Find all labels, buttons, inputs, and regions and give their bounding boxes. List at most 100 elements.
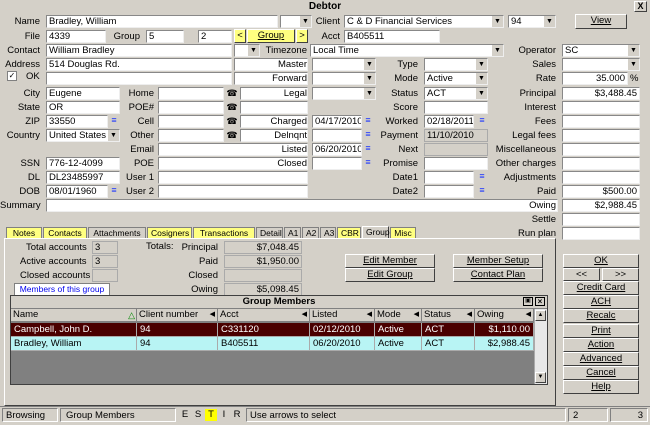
status-key-r[interactable]: R — [231, 409, 243, 421]
paid-field[interactable]: $500.00 — [562, 185, 640, 198]
address-line1-field[interactable]: 514 Douglas Rd. — [46, 58, 232, 71]
list-icon[interactable]: ≡ — [108, 186, 120, 196]
contact-dropdown[interactable]: ▼ — [234, 44, 260, 57]
list-icon[interactable]: ≡ — [476, 186, 488, 196]
legal-field[interactable]: ▼ — [312, 87, 376, 100]
tab-attachments[interactable]: Attachments — [88, 227, 146, 238]
tab-notes[interactable]: Notes — [6, 227, 42, 238]
grid-restore-icon[interactable]: ▣ — [523, 297, 533, 306]
home-phone-field[interactable] — [158, 87, 224, 100]
ok-button[interactable]: OK — [563, 254, 639, 268]
contact-plan-button[interactable]: Contact Plan — [453, 268, 543, 282]
owing-field[interactable]: $2,988.45 — [562, 199, 640, 212]
phone-icon[interactable]: ☎ — [226, 130, 238, 140]
rate-field[interactable]: 35.000 — [562, 72, 628, 85]
mode-field[interactable]: Active ▼ — [424, 72, 488, 85]
closed-field[interactable] — [312, 157, 362, 170]
group-button[interactable]: Group — [247, 29, 295, 43]
user2-field[interactable] — [158, 185, 308, 198]
ok-checkbox[interactable]: ✓ — [7, 71, 17, 81]
tab-detail[interactable]: Detail — [256, 227, 283, 238]
edit-member-button[interactable]: Edit Member — [345, 254, 435, 268]
member-setup-button[interactable]: Member Setup — [453, 254, 543, 268]
file-field[interactable]: 4339 — [46, 30, 106, 43]
promise-field[interactable] — [424, 157, 488, 170]
list-icon[interactable]: ≡ — [362, 158, 374, 168]
charged-field[interactable]: 04/17/2010 — [312, 115, 362, 128]
worked-field[interactable]: 02/18/2011 — [424, 115, 474, 128]
action-button[interactable]: Action — [563, 337, 639, 352]
settle-field[interactable] — [562, 213, 640, 226]
listed-field[interactable]: 06/20/2010 — [312, 143, 362, 156]
advanced-button[interactable]: Advanced — [563, 352, 639, 366]
grid-close-icon[interactable]: × — [535, 297, 545, 306]
status-key-s[interactable]: S — [192, 409, 204, 421]
interest-field[interactable] — [562, 101, 640, 114]
column-header-status[interactable]: Status ◀ — [422, 309, 475, 322]
dl-field[interactable]: DL23485997 — [46, 171, 120, 184]
tab-group[interactable]: Group — [362, 226, 390, 238]
misc-field[interactable] — [562, 143, 640, 156]
run-plan-field[interactable] — [562, 227, 640, 240]
score-field[interactable] — [424, 101, 488, 114]
scroll-up-icon[interactable]: ▲ — [535, 310, 546, 321]
phone-icon[interactable]: ☎ — [226, 88, 238, 98]
adjustments-field[interactable] — [562, 171, 640, 184]
view-button[interactable]: View — [575, 14, 627, 29]
tab-transactions[interactable]: Transactions — [193, 227, 255, 238]
column-header-acct[interactable]: Acct ◀ — [218, 309, 310, 322]
print-button[interactable]: Print — [563, 323, 639, 338]
list-icon[interactable]: ≡ — [362, 116, 374, 126]
prev-record-button[interactable]: << — [563, 268, 600, 281]
list-icon[interactable]: ≡ — [476, 172, 488, 182]
date1-field[interactable] — [424, 171, 474, 184]
summary-field[interactable] — [46, 199, 558, 212]
state-field[interactable]: OR — [46, 101, 120, 114]
client-code-field[interactable]: 94 ▼ — [508, 15, 556, 28]
status-key-i[interactable]: I — [218, 409, 230, 421]
cell-phone-field[interactable] — [158, 115, 224, 128]
forward-field[interactable]: ▼ — [312, 72, 376, 85]
address-line2-field[interactable] — [46, 72, 232, 85]
other-phone-field[interactable] — [158, 129, 224, 142]
user1-field[interactable] — [158, 171, 308, 184]
column-header-listed[interactable]: Listed ◀ — [310, 309, 375, 322]
poe-phone-field[interactable] — [158, 101, 224, 114]
tab-members-of-group[interactable]: Members of this group — [14, 283, 110, 295]
poe-extra-field[interactable] — [240, 101, 308, 114]
column-header-mode[interactable]: Mode ◀ — [375, 309, 422, 322]
operator-field[interactable]: SC ▼ — [562, 44, 640, 57]
group-sub-field[interactable]: 2 — [198, 30, 232, 43]
country-field[interactable]: United States ▼ — [46, 129, 120, 142]
tab-cbr[interactable]: CBR — [337, 227, 361, 238]
city-field[interactable]: Eugene — [46, 87, 120, 100]
sales-field[interactable]: ▼ — [562, 58, 640, 71]
fees-field[interactable] — [562, 115, 640, 128]
tab-a2[interactable]: A2 — [302, 227, 319, 238]
close-window-button[interactable]: X — [634, 1, 647, 12]
edit-group-button[interactable]: Edit Group — [345, 268, 435, 282]
ssn-field[interactable]: 776-12-4099 — [46, 157, 120, 170]
column-header-client-number[interactable]: Client number ◀ — [137, 309, 218, 322]
column-header-name[interactable]: Name △ — [11, 309, 137, 322]
principal-field[interactable]: $3,488.45 — [562, 87, 640, 100]
next-record-button[interactable]: >> — [602, 268, 639, 281]
tab-misc[interactable]: Misc — [390, 227, 416, 238]
name-dropdown[interactable]: ▼ — [280, 15, 312, 28]
zip-field[interactable]: 33550 — [46, 115, 108, 128]
group-prev-button[interactable]: < — [234, 29, 246, 43]
status-field[interactable]: ACT ▼ — [424, 87, 488, 100]
contact-field[interactable]: William Bradley — [46, 44, 232, 57]
other-charges-field[interactable] — [562, 157, 640, 170]
type-field[interactable]: ▼ — [424, 58, 488, 71]
scroll-down-icon[interactable]: ▼ — [535, 372, 546, 383]
column-header-owing[interactable]: Owing ◀ — [475, 309, 534, 322]
list-icon[interactable]: ≡ — [476, 116, 488, 126]
help-button[interactable]: Help — [563, 380, 639, 395]
group-number-field[interactable]: 5 — [146, 30, 184, 43]
status-key-t[interactable]: T — [205, 409, 217, 421]
recalc-button[interactable]: Recalc — [563, 309, 639, 324]
name-field[interactable]: Bradley, William — [46, 15, 278, 28]
list-icon[interactable]: ≡ — [362, 144, 374, 154]
client-field[interactable]: C & D Financial Services ▼ — [344, 15, 504, 28]
